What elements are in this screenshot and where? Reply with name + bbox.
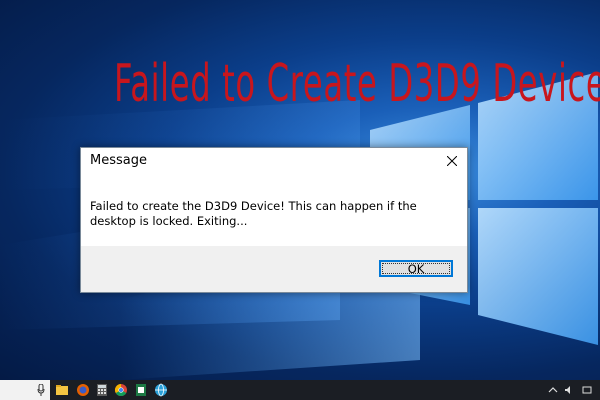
taskbar: [0, 380, 600, 400]
file-explorer-icon[interactable]: [55, 383, 69, 397]
chevron-up-icon[interactable]: [548, 385, 558, 395]
microphone-icon[interactable]: [37, 384, 45, 396]
banner-title: Failed to Create D3D9 Device: [114, 54, 600, 114]
system-tray: [520, 380, 600, 400]
taskbar-search-box[interactable]: [0, 380, 50, 400]
notification-icon[interactable]: [582, 385, 592, 395]
dialog-footer: OK: [81, 246, 467, 292]
firefox-icon[interactable]: [76, 383, 90, 397]
globe-icon[interactable]: [154, 383, 168, 397]
dialog-message: Failed to create the D3D9 Device! This c…: [90, 199, 417, 228]
dialog-title: Message: [90, 153, 147, 168]
calculator-icon[interactable]: [95, 383, 109, 397]
chrome-icon[interactable]: [114, 383, 128, 397]
message-dialog: Message Failed to create the D3D9 Device…: [80, 147, 468, 293]
close-button[interactable]: [437, 148, 467, 174]
focus-rectangle: [382, 263, 450, 274]
close-icon: [447, 156, 457, 166]
spreadsheet-icon[interactable]: [134, 383, 148, 397]
ok-button[interactable]: OK: [379, 260, 453, 277]
volume-icon[interactable]: [564, 385, 574, 395]
dialog-title-bar[interactable]: Message: [81, 148, 467, 174]
dialog-body: Failed to create the D3D9 Device! This c…: [81, 174, 467, 246]
